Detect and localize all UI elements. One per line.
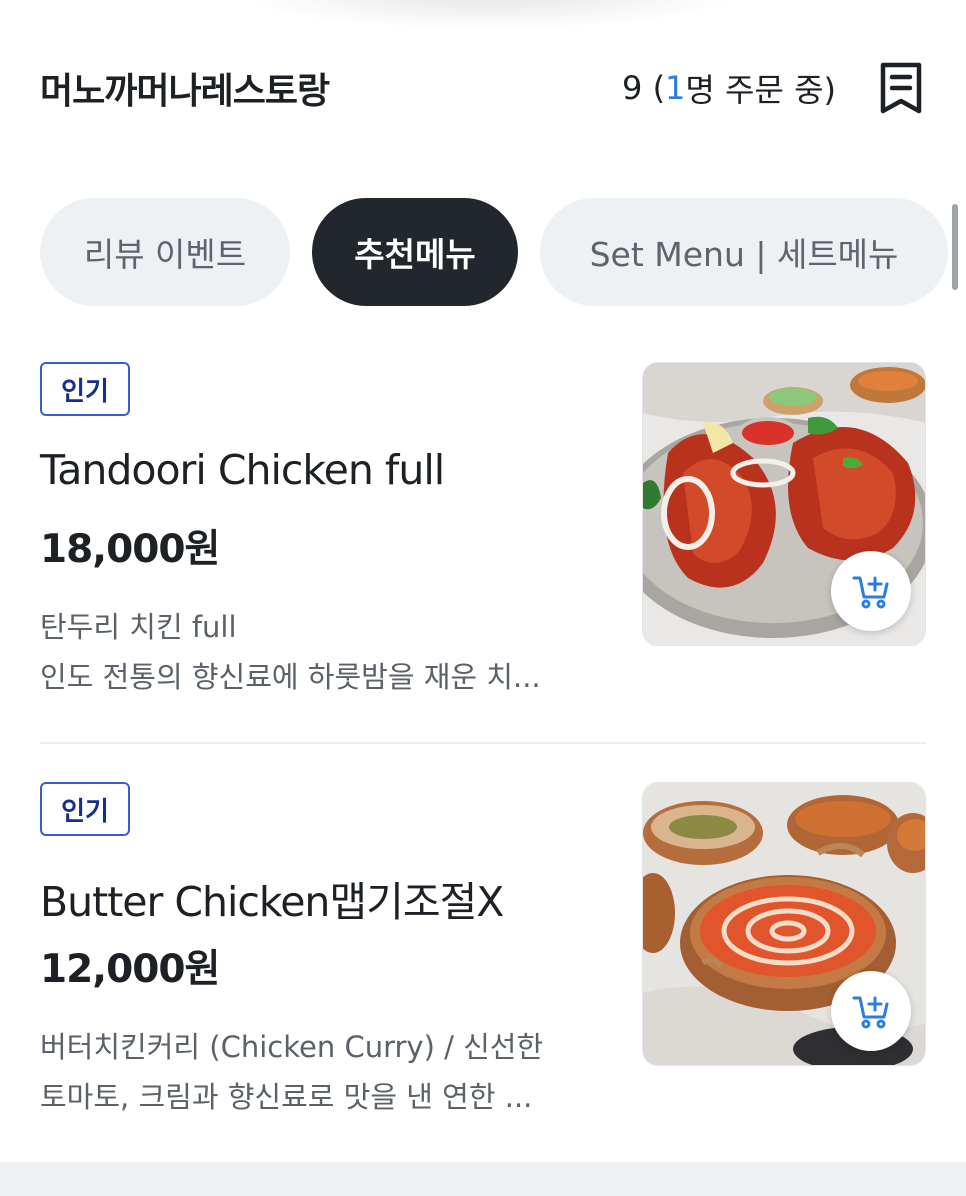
menu-item-price: 18,000원: [40, 527, 220, 572]
add-to-cart-icon[interactable]: [831, 551, 911, 631]
description-line: 버터치킨커리 (Chicken Curry) / 신선한: [40, 1030, 544, 1064]
menu-item-description: 탄두리 치킨 full 인도 전통의 향신료에 하룻밤을 재운 치...: [40, 602, 600, 702]
tab-review-event[interactable]: 리뷰 이벤트: [40, 198, 290, 306]
order-status[interactable]: 9 ( 1 명 주문 중): [622, 65, 836, 111]
receipt-icon[interactable]: [876, 59, 926, 117]
category-tabs: 리뷰 이벤트 추천메뉴 Set Menu | 세트메뉴: [40, 198, 948, 308]
top-shadow: [240, 0, 740, 30]
section-separator: [0, 1162, 966, 1196]
popular-badge: 인기: [40, 362, 130, 416]
description-line: 토마토, 크림과 향신료로 맛을 낸 연한 ...: [40, 1080, 533, 1114]
order-status-prefix: 9 (: [622, 69, 666, 107]
menu-item-butter-chicken[interactable]: 인기 Butter Chicken맵기조절X 12,000원 버터치킨커리 (C…: [40, 782, 926, 1122]
butter-chicken-photo[interactable]: [642, 782, 926, 1066]
menu-item-description: 버터치킨커리 (Chicken Curry) / 신선한 토마토, 크림과 향신…: [40, 1022, 600, 1122]
tab-scrollbar[interactable]: [952, 204, 958, 290]
menu-item-tandoori-chicken[interactable]: 인기 Tandoori Chicken full 18,000원 탄두리 치킨 …: [40, 362, 926, 702]
menu-item-name: Tandoori Chicken full: [40, 446, 445, 494]
tab-recommended-menu[interactable]: 추천메뉴: [312, 198, 518, 306]
description-line: 탄두리 치킨 full: [40, 610, 237, 644]
menu-item-price: 12,000원: [40, 947, 220, 992]
tandoori-chicken-photo[interactable]: [642, 362, 926, 646]
order-count: 1: [665, 69, 686, 107]
popular-badge: 인기: [40, 782, 130, 836]
restaurant-name: 머노까머나레스토랑: [40, 71, 330, 112]
menu-item-name: Butter Chicken맵기조절X: [40, 878, 504, 926]
tab-set-menu[interactable]: Set Menu | 세트메뉴: [540, 198, 948, 306]
order-status-suffix: 명 주문 중): [685, 71, 836, 109]
header: 머노까머나레스토랑 9 ( 1 명 주문 중): [40, 56, 926, 120]
add-to-cart-icon[interactable]: [831, 971, 911, 1051]
description-line: 인도 전통의 향신료에 하룻밤을 재운 치...: [40, 660, 541, 694]
menu-divider: [40, 742, 926, 744]
